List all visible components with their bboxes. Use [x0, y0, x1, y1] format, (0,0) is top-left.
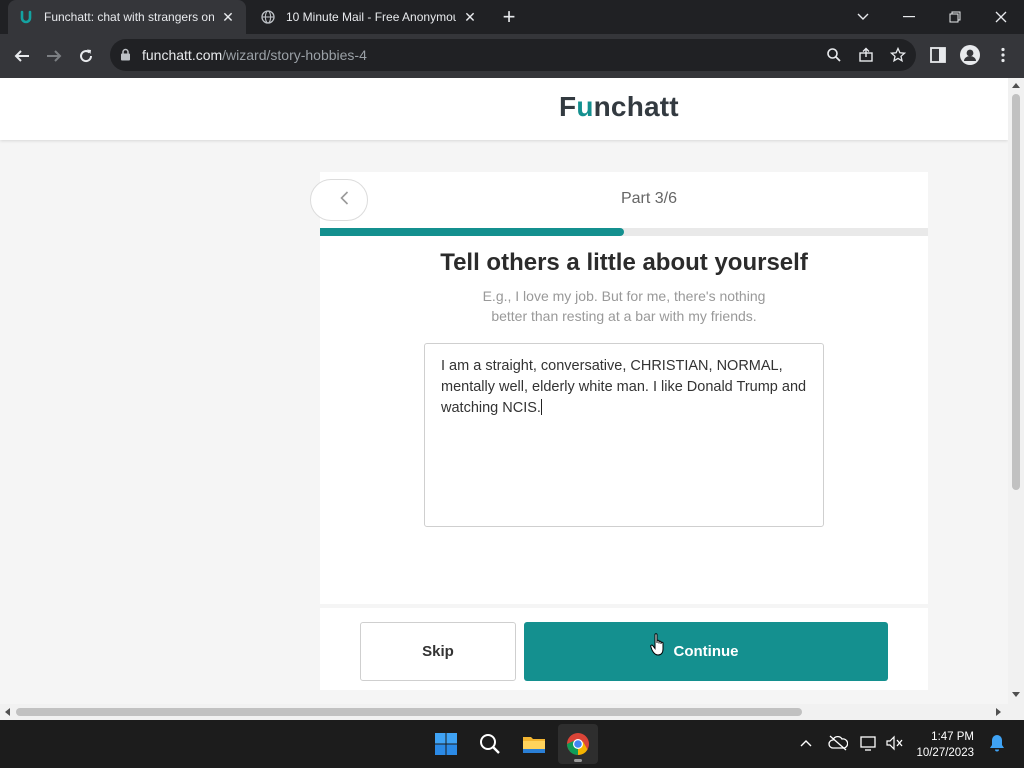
text-caret	[540, 399, 542, 415]
scroll-up-arrow-icon[interactable]	[1012, 83, 1020, 88]
address-bar[interactable]: funchatt.com/wizard/story-hobbies-4	[110, 39, 916, 71]
active-app-indicator	[574, 759, 582, 762]
tab-title: 10 Minute Mail - Free Anonymous	[286, 10, 456, 24]
close-icon[interactable]: ✕	[462, 9, 478, 25]
more-menu-icon[interactable]	[994, 46, 1012, 64]
close-icon[interactable]: ✕	[220, 9, 236, 25]
windows-taskbar: 1:47 PM 10/27/2023	[0, 720, 1024, 768]
onedrive-offline-icon[interactable]	[827, 732, 849, 754]
wizard-card: Part 3/6 Tell others a little about your…	[310, 172, 928, 690]
new-tab-icon[interactable]: +	[498, 6, 520, 29]
vertical-scroll-thumb[interactable]	[1012, 94, 1020, 490]
about-yourself-textarea[interactable]: I am a straight, conversative, CHRISTIAN…	[424, 343, 824, 527]
chevron-up-icon[interactable]	[795, 732, 817, 754]
site-header: Funchatt	[0, 78, 1008, 140]
tab-search-chevron-icon[interactable]	[840, 0, 886, 34]
share-icon[interactable]	[858, 47, 874, 63]
horizontal-scroll-thumb[interactable]	[16, 708, 802, 716]
back-arrow-icon[interactable]	[9, 43, 35, 69]
forward-arrow-icon[interactable]	[41, 43, 67, 69]
back-button[interactable]	[310, 179, 368, 221]
wizard-top-bar: Part 3/6	[310, 172, 928, 228]
system-clock[interactable]: 1:47 PM 10/27/2023	[914, 729, 974, 761]
part-label: Part 3/6	[620, 190, 678, 207]
scroll-left-arrow-icon[interactable]	[5, 708, 10, 716]
zoom-search-icon[interactable]	[826, 47, 842, 63]
minimize-icon[interactable]	[886, 0, 932, 34]
wizard-body: Tell others a little about yourself E.g.…	[320, 236, 928, 604]
lock-icon	[120, 48, 131, 66]
notification-bell-icon[interactable]	[986, 732, 1008, 754]
chrome-icon[interactable]	[558, 724, 598, 764]
chevron-left-icon	[339, 190, 349, 210]
hint-text: E.g., I love my job. But for me, there's…	[482, 288, 766, 324]
wizard-footer: Skip Continue	[320, 608, 928, 690]
close-window-icon[interactable]	[978, 0, 1024, 34]
windows-start-icon[interactable]	[426, 724, 466, 764]
scroll-right-arrow-icon[interactable]	[996, 708, 1001, 716]
profile-avatar-icon[interactable]	[960, 45, 980, 65]
tab-strip: Funchatt: chat with strangers onli ✕ 10 …	[0, 0, 1024, 34]
volume-muted-icon[interactable]	[884, 732, 906, 754]
skip-button[interactable]: Skip	[360, 622, 516, 681]
tab-title: Funchatt: chat with strangers onli	[44, 10, 214, 24]
continue-button[interactable]: Continue	[524, 622, 888, 681]
tab-10minutemail[interactable]: 10 Minute Mail - Free Anonymous ✕	[250, 0, 488, 34]
funchatt-favicon-icon	[18, 9, 34, 25]
side-panel-icon[interactable]	[929, 46, 947, 64]
funchatt-logo[interactable]: Funchatt	[559, 91, 679, 123]
horizontal-scrollbar[interactable]	[0, 704, 1008, 720]
globe-icon	[260, 9, 276, 25]
file-explorer-icon[interactable]	[514, 724, 554, 764]
scroll-down-arrow-icon[interactable]	[1012, 692, 1020, 697]
url-text: funchatt.com/wizard/story-hobbies-4	[142, 47, 367, 63]
progress-bar	[320, 228, 928, 236]
textarea-value: I am a straight, conversative, CHRISTIAN…	[441, 358, 807, 416]
hand-cursor-icon	[650, 633, 668, 662]
clock-time: 1:47 PM	[931, 731, 974, 743]
progress-fill	[320, 228, 624, 236]
star-bookmark-icon[interactable]	[889, 46, 907, 63]
tab-funchatt[interactable]: Funchatt: chat with strangers onli ✕	[8, 0, 246, 34]
restore-icon[interactable]	[932, 0, 978, 34]
page-title: Tell others a little about yourself	[440, 249, 808, 276]
reload-icon[interactable]	[73, 43, 99, 69]
scrollbar-corner	[1008, 704, 1024, 720]
vertical-scrollbar[interactable]	[1008, 78, 1024, 704]
network-monitor-icon[interactable]	[858, 732, 880, 754]
clock-date: 10/27/2023	[916, 747, 974, 759]
search-icon[interactable]	[470, 724, 510, 764]
page-viewport: Funchatt Part 3/6 Tell others a little a…	[0, 78, 1008, 704]
